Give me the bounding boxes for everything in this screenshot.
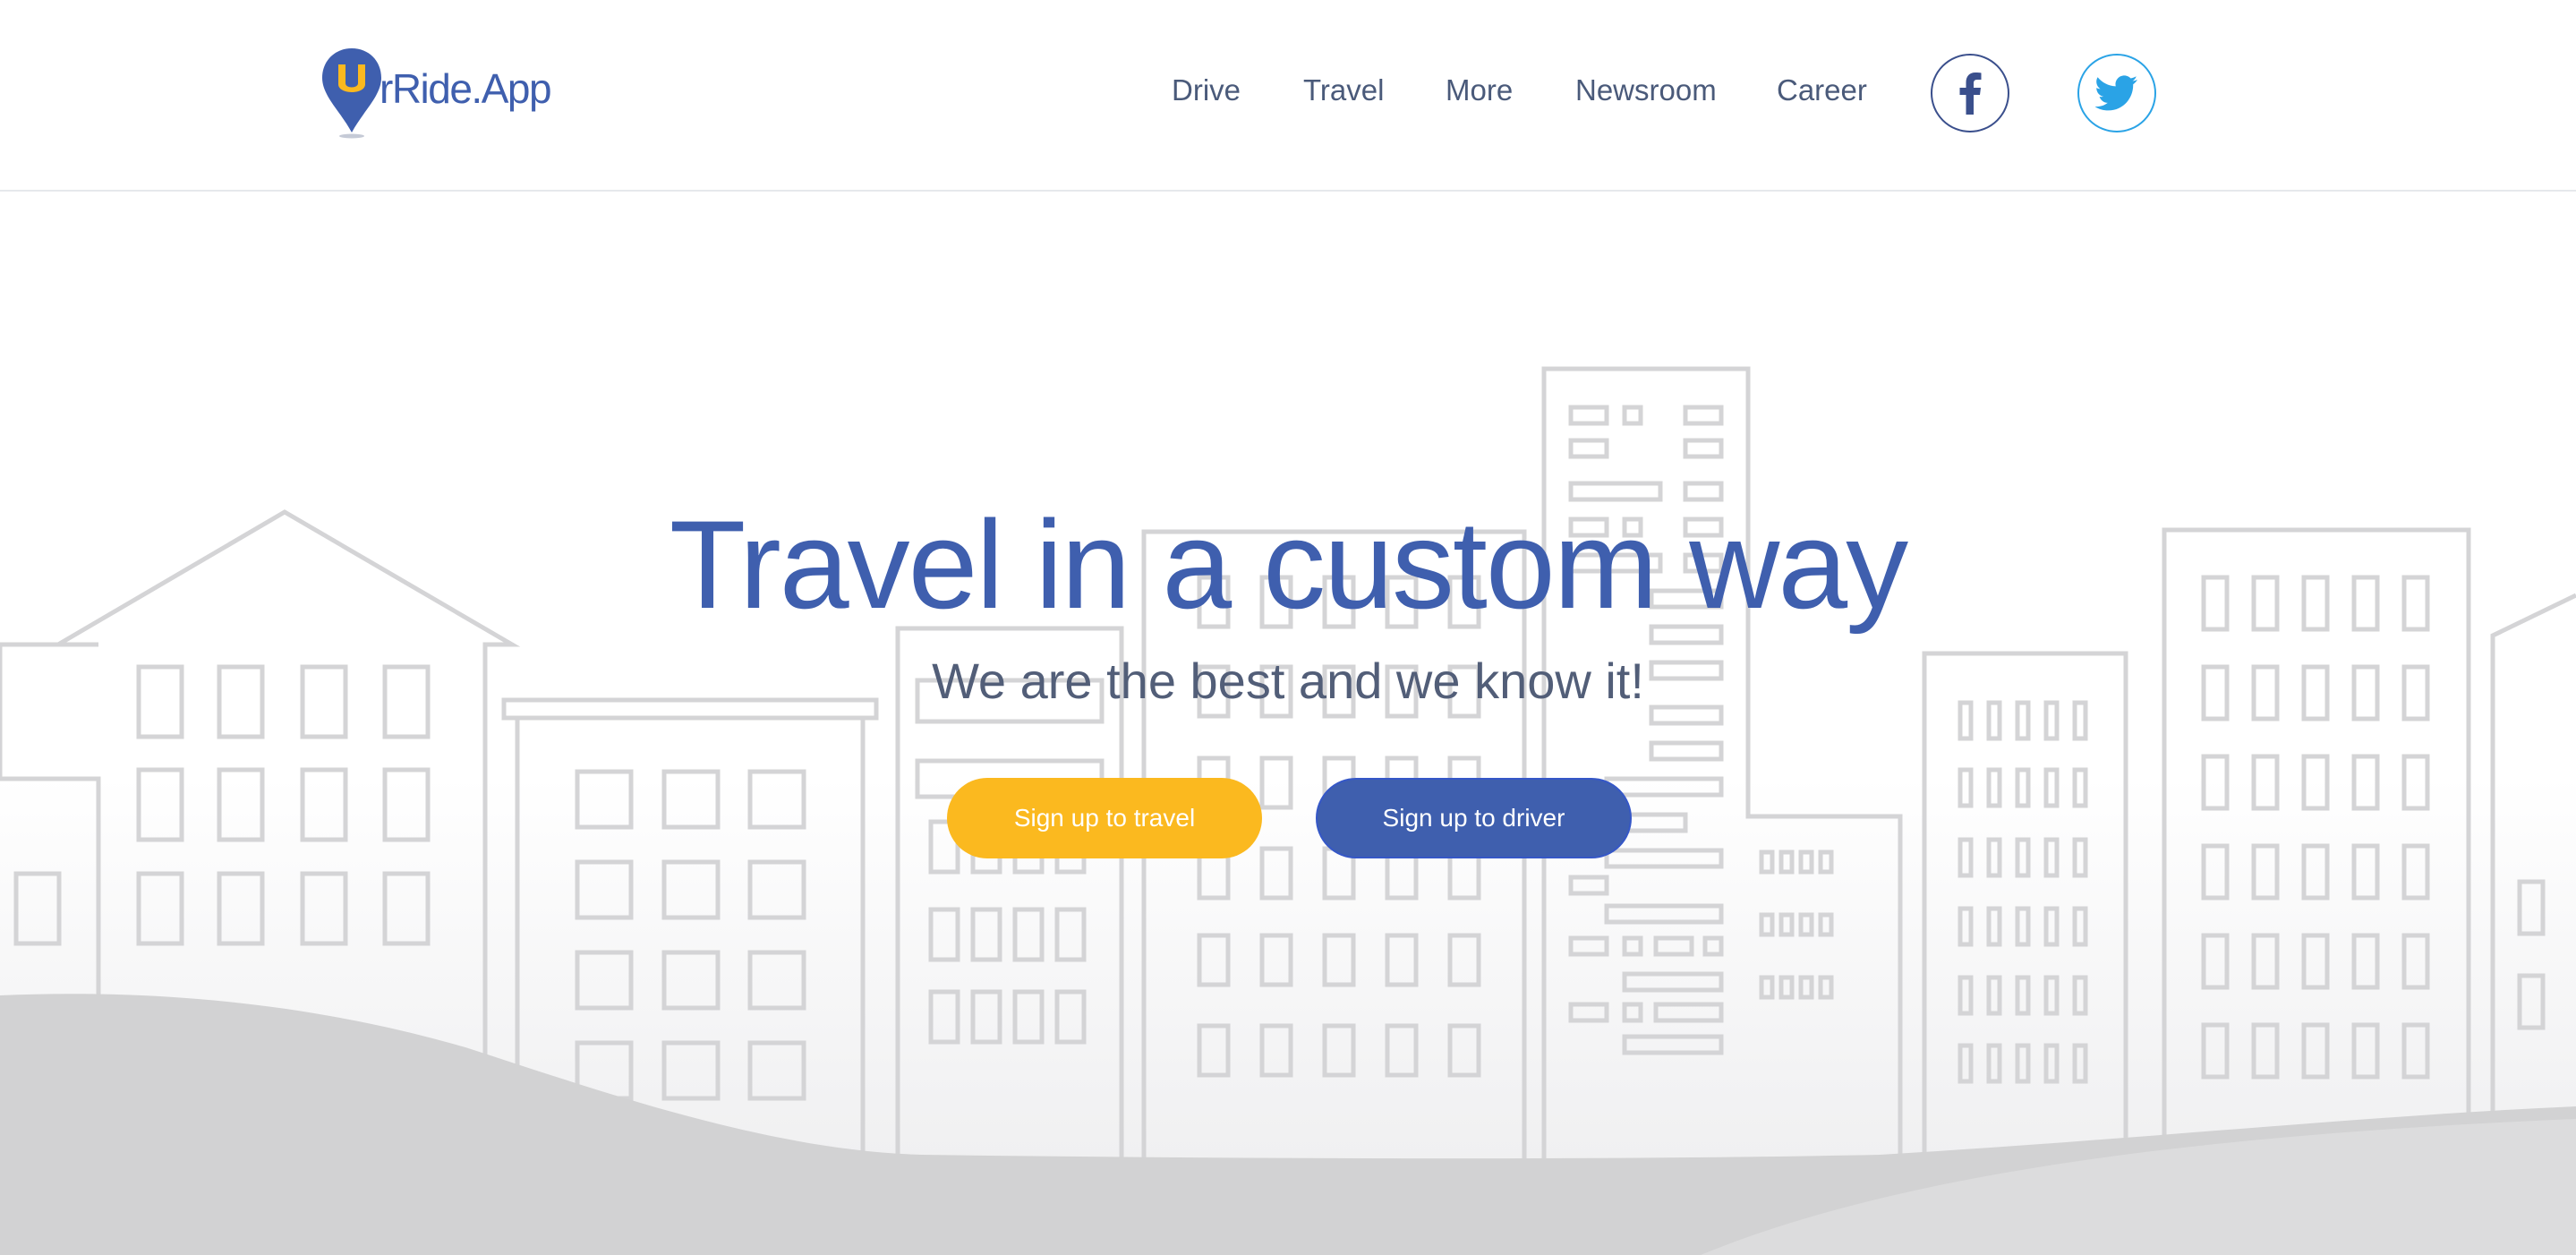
nav-newsroom[interactable]: Newsroom (1575, 73, 1717, 107)
nav-drive[interactable]: Drive (1172, 73, 1241, 107)
hero-title: Travel in a custom way (669, 494, 1908, 635)
sign-up-travel-button[interactable]: Sign up to travel (947, 778, 1262, 858)
nav-more[interactable]: More (1446, 73, 1513, 107)
location-pin-logo-icon (322, 48, 381, 139)
twitter-icon (2095, 75, 2137, 111)
nav-career[interactable]: Career (1777, 73, 1867, 107)
facebook-link[interactable] (1931, 54, 2009, 132)
nav-travel[interactable]: Travel (1303, 73, 1384, 107)
city-skyline-illustration (0, 366, 2576, 1255)
site-header: rRide.App Drive Travel More Newsroom Car… (0, 0, 2576, 192)
logo[interactable]: rRide.App (320, 47, 562, 145)
facebook-icon (1959, 73, 1982, 115)
hero-subtitle: We are the best and we know it! (932, 653, 1644, 709)
sign-up-driver-button[interactable]: Sign up to driver (1316, 778, 1632, 858)
twitter-link[interactable] (2077, 54, 2156, 132)
logo-text: rRide.App (380, 65, 552, 112)
hero-section: Travel in a custom way We are the best a… (0, 192, 2576, 1255)
